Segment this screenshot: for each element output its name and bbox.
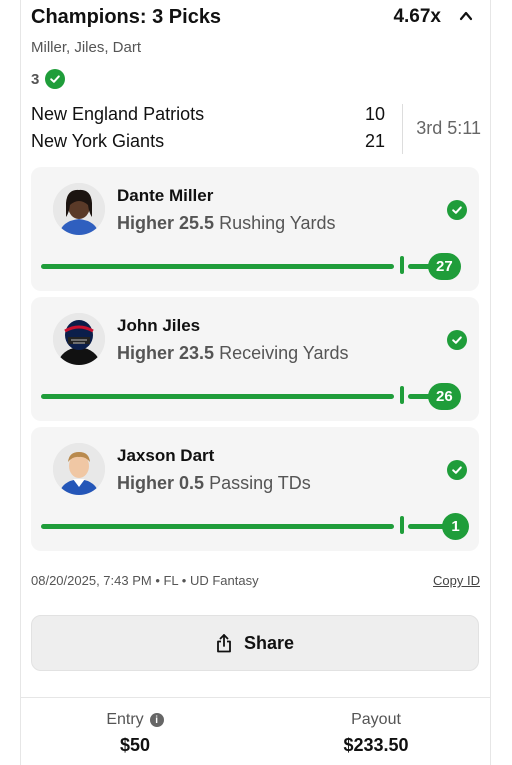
divider [402, 104, 403, 154]
pick-line: Higher 25.5 Rushing Yards [117, 213, 336, 234]
check-circle-icon [447, 330, 467, 350]
player-avatar [53, 313, 105, 365]
pick-direction: Higher [117, 213, 175, 233]
payout-summary: Payout $233.50 [276, 711, 476, 756]
pick-stat: Rushing Yards [219, 213, 336, 233]
payout-label: Payout [351, 711, 401, 728]
share-button[interactable]: Share [31, 615, 479, 671]
entry-amount: $50 [119, 735, 151, 755]
payout-amount: $233.50 [343, 735, 409, 755]
player-avatar [53, 183, 105, 235]
pick-stat: Passing TDs [209, 473, 311, 493]
player-name: John Jiles [117, 316, 201, 335]
pick-direction: Higher [117, 343, 175, 363]
pick-value: 25.5 [179, 213, 215, 233]
copy-id-link[interactable]: Copy ID [433, 573, 480, 588]
player-avatar [53, 443, 105, 495]
payout-multiplier: 4.67x [393, 6, 441, 27]
chevron-up-icon[interactable] [458, 8, 474, 24]
pick-card[interactable]: John Jiles Higher 23.5 Receiving Yards 2… [31, 297, 479, 421]
pick-stat: Receiving Yards [219, 343, 349, 363]
pick-card[interactable]: Dante Miller Higher 25.5 Rushing Yards 2… [31, 167, 479, 291]
progress-track [41, 524, 394, 529]
team-score: 10 [364, 104, 385, 124]
pick-line: Higher 23.5 Receiving Yards [117, 343, 349, 364]
team-name: New England Patriots [31, 104, 205, 124]
player-name: Dante Miller [117, 186, 214, 205]
picks-summary: Miller, Jiles, Dart [31, 39, 142, 56]
result-value: 26 [428, 383, 461, 410]
result-value: 1 [442, 513, 469, 540]
pick-card[interactable]: Jaxson Dart Higher 0.5 Passing TDs 1 [31, 427, 479, 551]
team-name: New York Giants [31, 131, 165, 151]
correct-count-row: 3 [31, 69, 66, 89]
share-icon [217, 634, 231, 653]
entry-summary: Entry i $50 [35, 711, 235, 756]
result-value: 27 [428, 253, 461, 280]
info-icon[interactable]: i [149, 713, 164, 727]
correct-count: 3 [31, 70, 40, 88]
entry-label: Entry [106, 711, 144, 728]
pick-value: 23.5 [179, 343, 215, 363]
player-name: Jaxson Dart [117, 446, 215, 465]
line-marker [400, 256, 404, 274]
footer-divider [20, 697, 491, 698]
progress-track [41, 394, 394, 399]
check-circle-icon [447, 460, 467, 480]
line-marker [400, 516, 404, 534]
share-label: Share [243, 632, 295, 653]
line-marker [400, 386, 404, 404]
pick-line: Higher 0.5 Passing TDs [117, 473, 311, 494]
check-circle-icon [447, 200, 467, 220]
entry-title: Champions: 3 Picks [31, 6, 222, 28]
pick-value: 0.5 [179, 473, 205, 493]
pick-direction: Higher [117, 473, 175, 493]
entry-meta: 08/20/2025, 7:43 PM • FL • UD Fantasy [31, 573, 259, 588]
team-score: 21 [364, 131, 385, 151]
game-scoreboard: New England Patriots 10 New York Giants … [31, 102, 481, 156]
check-circle-icon [45, 69, 66, 89]
progress-track [41, 264, 394, 269]
game-clock: 3rd 5:11 [416, 118, 481, 138]
